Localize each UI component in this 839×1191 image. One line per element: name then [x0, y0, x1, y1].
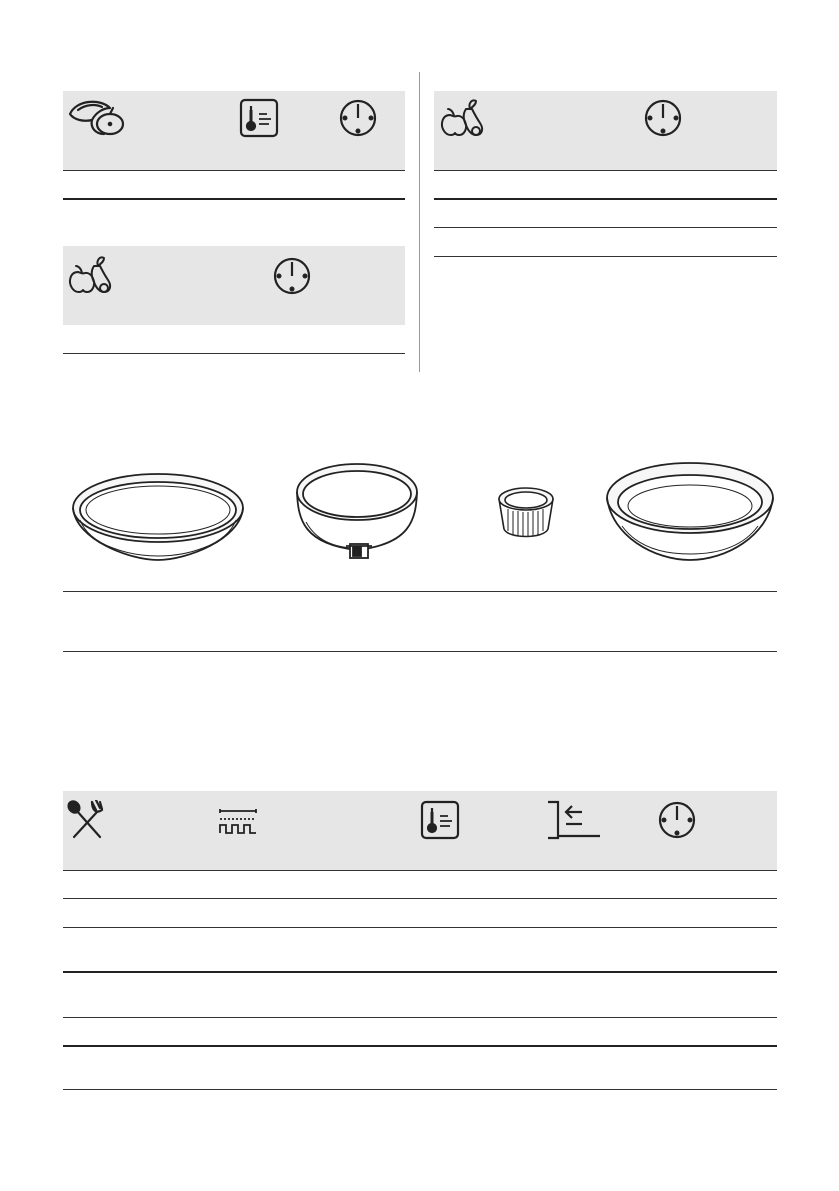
shelf-position-icon: [546, 800, 602, 840]
table-row-divider: [63, 353, 405, 354]
vegetables-icon: [66, 98, 126, 138]
table-row-divider: [63, 971, 777, 973]
time-icon: [338, 98, 378, 138]
springform-tin-icon: [294, 460, 420, 575]
table-row-divider: [63, 870, 777, 871]
table-header-fruit: [434, 91, 777, 170]
deep-baking-tin-icon: [604, 460, 776, 573]
flat-baking-tin-icon: [70, 470, 246, 571]
ramekin-icon: [496, 485, 556, 550]
table-row-divider: [434, 170, 777, 171]
table-row-divider: [434, 256, 777, 257]
table-row-divider: [434, 198, 777, 200]
table-row-divider: [63, 1017, 777, 1018]
cutlery-icon: [66, 800, 110, 840]
time-icon: [657, 800, 697, 840]
table-row-divider: [63, 651, 777, 652]
table-row-divider: [63, 927, 777, 928]
table-row-divider: [63, 1045, 777, 1047]
fruit-icon: [66, 254, 112, 298]
table-row-divider: [434, 227, 777, 228]
temperature-icon: [420, 800, 460, 840]
fruit-icon: [438, 97, 484, 141]
table-row-divider: [63, 591, 777, 592]
temperature-icon: [239, 98, 279, 138]
heating-function-icon: [218, 807, 258, 837]
table-row-divider: [63, 198, 405, 200]
table-row-divider: [63, 898, 777, 899]
table-header-fruit: [63, 246, 405, 325]
table-row-divider: [63, 170, 405, 171]
time-icon: [643, 98, 683, 138]
table-row-divider: [63, 1089, 777, 1090]
time-icon: [272, 256, 312, 296]
column-divider: [419, 72, 420, 372]
